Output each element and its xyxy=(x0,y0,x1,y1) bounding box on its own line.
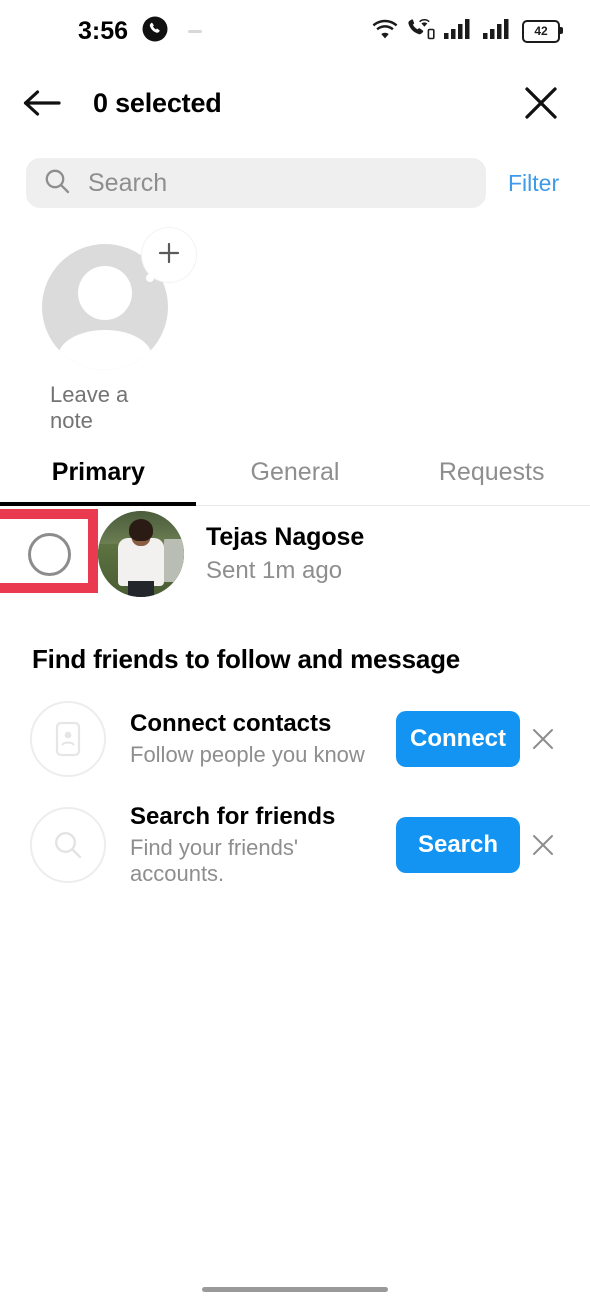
search-row: Search Filter xyxy=(0,144,590,226)
close-x-icon[interactable] xyxy=(522,84,560,122)
placeholder-dash-icon xyxy=(188,29,203,33)
status-bar-right: 42 xyxy=(372,18,563,45)
arrow-left-icon[interactable] xyxy=(22,88,62,118)
unchecked-circle-icon xyxy=(27,532,71,576)
dismiss-connect-contacts-icon[interactable] xyxy=(520,726,566,752)
suggestion-subtitle: Follow people you know xyxy=(130,742,365,767)
suggestion-text: Connect contacts Follow people you know xyxy=(130,710,396,768)
notes-tray: Leave a note xyxy=(0,226,590,446)
search-placeholder: Search xyxy=(88,168,168,197)
tab-general[interactable]: General xyxy=(197,446,394,505)
plus-icon xyxy=(155,239,183,272)
avatar-person-hair xyxy=(129,518,153,541)
thread-text: Tejas Nagose Sent 1m ago xyxy=(206,523,364,585)
inbox-tabs: Primary General Requests xyxy=(0,446,590,506)
avatar[interactable] xyxy=(98,511,184,597)
status-bar-left: 3:56 xyxy=(78,16,203,47)
tab-requests[interactable]: Requests xyxy=(393,446,590,505)
status-time: 3:56 xyxy=(78,16,129,45)
app-header: 0 selected xyxy=(0,62,590,144)
thread-username: Tejas Nagose xyxy=(206,523,365,551)
list-item: Connect contacts Follow people you know … xyxy=(0,675,590,777)
home-gesture-bar[interactable] xyxy=(202,1287,388,1292)
search-icon xyxy=(44,168,70,199)
battery-icon: 42 xyxy=(522,19,563,43)
add-note-bubble[interactable] xyxy=(142,228,196,282)
thread-select-checkbox[interactable] xyxy=(0,506,98,602)
page-title: 0 selected xyxy=(93,87,222,118)
call-over-wifi-icon xyxy=(407,18,435,45)
cellular-signal-icon xyxy=(483,18,513,44)
list-item: Search for friends Find your friends' ac… xyxy=(0,777,590,887)
wifi-icon xyxy=(372,19,398,44)
phone-call-icon xyxy=(142,16,168,47)
battery-level-text: 42 xyxy=(534,24,548,38)
search-friends-button[interactable]: Search xyxy=(396,817,520,873)
suggestion-title: Connect contacts xyxy=(130,710,332,737)
avatar-body-shape xyxy=(58,330,152,370)
suggestion-subtitle: Find your friends' accounts. xyxy=(130,835,299,886)
thread-status: Sent 1m ago xyxy=(206,557,343,584)
tab-primary[interactable]: Primary xyxy=(0,446,197,505)
suggestion-text: Search for friends Find your friends' ac… xyxy=(130,803,396,887)
avatar-head-shape xyxy=(78,266,132,320)
contact-card-icon xyxy=(30,701,106,777)
table-row[interactable]: Tejas Nagose Sent 1m ago xyxy=(0,506,590,602)
filter-button[interactable]: Filter xyxy=(486,170,581,197)
find-friends-title: Find friends to follow and message xyxy=(32,644,461,674)
dismiss-search-friends-icon[interactable] xyxy=(520,832,566,858)
search-icon xyxy=(30,807,106,883)
connect-button[interactable]: Connect xyxy=(396,711,520,767)
cellular-signal-icon xyxy=(444,18,474,44)
avatar-person-pants xyxy=(128,581,154,597)
note-item[interactable]: Leave a note xyxy=(42,228,196,434)
note-label: Leave a note xyxy=(50,382,129,433)
suggestion-title: Search for friends xyxy=(130,803,336,830)
search-input[interactable]: Search xyxy=(26,158,486,208)
status-bar: 3:56 42 xyxy=(0,0,590,62)
